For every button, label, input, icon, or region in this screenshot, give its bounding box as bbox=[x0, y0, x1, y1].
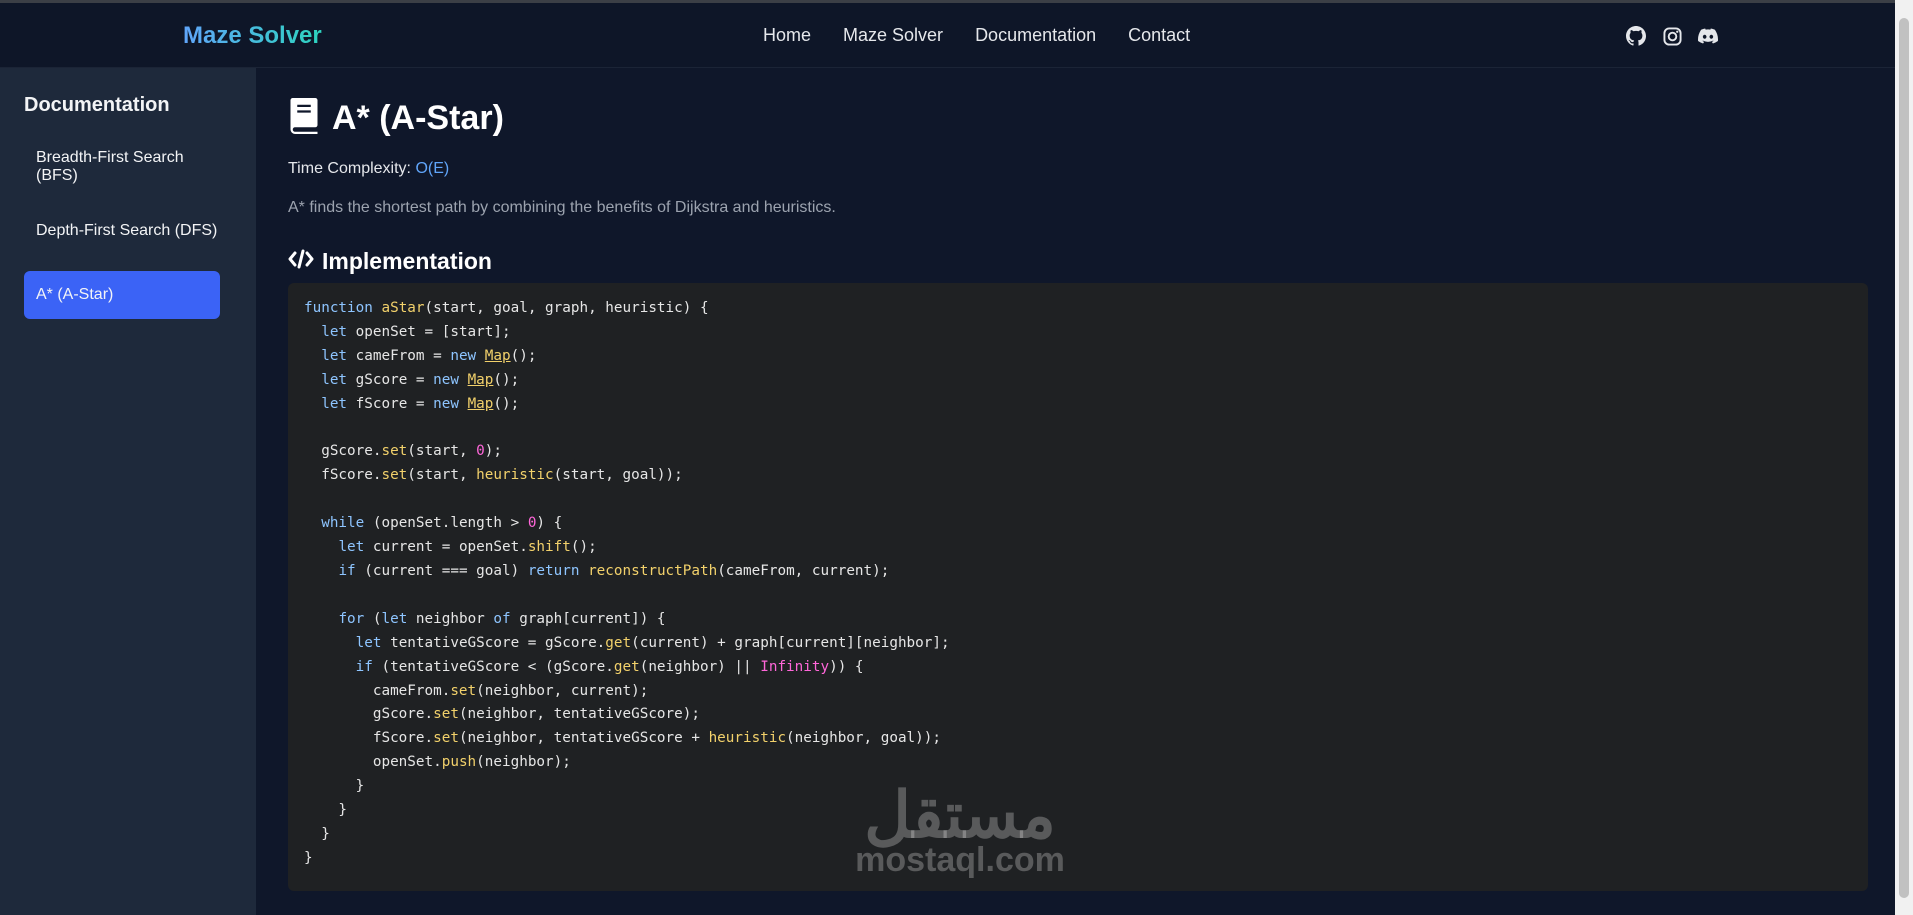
sidebar-item-bfs[interactable]: Breadth-First Search (BFS) bbox=[24, 143, 220, 191]
complexity-value: O(E) bbox=[415, 160, 450, 177]
complexity-label: Time Complexity: bbox=[288, 160, 411, 177]
nav-link-maze-solver[interactable]: Maze Solver bbox=[843, 25, 943, 46]
nav-link-documentation[interactable]: Documentation bbox=[975, 25, 1096, 46]
brand-logo[interactable]: Maze Solver bbox=[183, 22, 322, 50]
book-icon bbox=[288, 98, 320, 139]
time-complexity: Time Complexity: O(E) bbox=[288, 160, 449, 178]
sidebar-title: Documentation bbox=[24, 94, 170, 116]
implementation-heading: Implementation bbox=[288, 248, 492, 275]
nav-links: Home Maze Solver Documentation Contact bbox=[763, 25, 1190, 46]
sidebar-item-dfs[interactable]: Depth-First Search (DFS) bbox=[24, 207, 220, 255]
nav-link-home[interactable]: Home bbox=[763, 25, 811, 46]
section-title: Implementation bbox=[322, 248, 492, 274]
discord-icon[interactable] bbox=[1697, 25, 1719, 47]
instagram-icon[interactable] bbox=[1661, 25, 1683, 47]
github-icon[interactable] bbox=[1625, 25, 1647, 47]
scrollbar-thumb[interactable] bbox=[1899, 18, 1909, 898]
sidebar-item-astar[interactable]: A* (A-Star) bbox=[24, 271, 220, 319]
navbar: Maze Solver Home Maze Solver Documentati… bbox=[0, 3, 1895, 68]
algorithm-description: A* finds the shortest path by combining … bbox=[288, 199, 836, 216]
code-icon bbox=[288, 249, 314, 274]
social-links bbox=[1625, 25, 1719, 47]
page-title: A* (A-Star) bbox=[332, 99, 504, 137]
nav-link-contact[interactable]: Contact bbox=[1128, 25, 1190, 46]
code-block: function aStar(start, goal, graph, heuri… bbox=[288, 283, 1868, 891]
page-title-row: A* (A-Star) bbox=[288, 98, 504, 139]
sidebar: Documentation Breadth-First Search (BFS)… bbox=[0, 68, 256, 915]
code-content: function aStar(start, goal, graph, heuri… bbox=[304, 300, 950, 866]
